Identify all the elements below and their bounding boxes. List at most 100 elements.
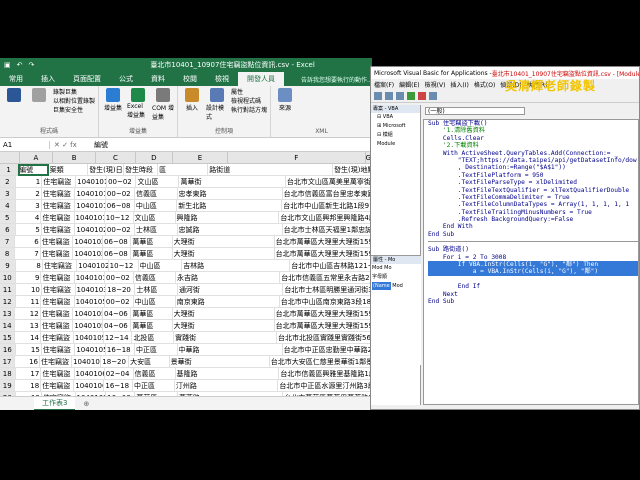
row-number[interactable]: 2	[0, 176, 16, 188]
cell[interactable]: 1040105	[72, 356, 102, 368]
cell[interactable]: 1040106	[74, 368, 105, 380]
column-header[interactable]: A	[19, 152, 54, 164]
redo-icon[interactable]: ↷	[29, 61, 35, 69]
cell[interactable]: 中山區	[133, 296, 176, 308]
cell[interactable]: 台北市文山區興邦里興隆路4段1~30號	[279, 212, 372, 224]
tell-me-search[interactable]: 告訴我您想要執行的動作...	[292, 73, 372, 86]
row-number[interactable]: 1	[0, 164, 19, 176]
row-number[interactable]: 18	[0, 368, 16, 380]
cell[interactable]: 台北市中正區水源里汀州路3段91~120	[278, 380, 372, 392]
cell[interactable]: 住宅竊盜	[41, 344, 76, 356]
cell[interactable]: 住宅竊盜	[41, 380, 75, 392]
cell[interactable]: 18	[15, 380, 42, 392]
ribbon-tab[interactable]: 開發人員	[238, 72, 284, 86]
cell[interactable]: 興隆路	[175, 212, 280, 224]
cell[interactable]: 區	[158, 164, 209, 176]
code-line[interactable]: .TextFileTrailingMinusNumbers = True	[428, 209, 638, 216]
row-number[interactable]: 10	[0, 272, 16, 284]
cell[interactable]: 16~18	[104, 380, 134, 392]
cell[interactable]: 00~02	[104, 296, 134, 308]
cell[interactable]: 台北市萬華區大理里大理街159巷1~30號	[274, 248, 372, 260]
ribbon-tab[interactable]: 公式	[110, 72, 142, 86]
cell[interactable]: 住宅竊盜	[41, 368, 75, 380]
cell[interactable]: 1040101	[74, 212, 105, 224]
sheet-tab[interactable]: 工作表3	[34, 396, 76, 410]
cell[interactable]: 中華路	[177, 344, 283, 356]
cell[interactable]: 景華街	[169, 356, 270, 368]
cell[interactable]: 文山區	[136, 176, 180, 188]
row-number[interactable]: 9	[0, 260, 17, 272]
code-line[interactable]: '1.清除舊資料	[428, 127, 638, 134]
cell[interactable]: 新生北路	[177, 200, 283, 212]
code-line[interactable]: Sub 路街道()	[428, 246, 638, 253]
cell[interactable]: 10	[15, 284, 42, 296]
code-item[interactable]: 錄製巨集	[53, 88, 95, 97]
cell[interactable]: 信義區	[133, 368, 176, 380]
cell[interactable]: 台北市信義區興雅里基隆路1段1~30號	[279, 368, 372, 380]
ribbon-tab[interactable]: 檢視	[206, 72, 238, 86]
ribbon-tab[interactable]: 常用	[0, 72, 32, 86]
cell[interactable]: 1040102	[75, 224, 106, 236]
column-header[interactable]: B	[53, 152, 97, 164]
cell[interactable]: 台北市士林區明勝里通河街31~60號	[283, 284, 372, 296]
code-line[interactable]: End Sub	[428, 298, 638, 305]
cell[interactable]: 06~08	[103, 248, 132, 260]
cell[interactable]: 台北市文山區萬美里萬寧街1~30號	[285, 176, 372, 188]
row-number[interactable]: 15	[0, 332, 16, 344]
code-line[interactable]: .TextFileTextQualifier = xlTextQualifier…	[428, 187, 638, 194]
project-tree-item[interactable]: ⊟ 模組	[371, 131, 420, 140]
code-line[interactable]: End With	[428, 223, 638, 230]
cell[interactable]: 3	[15, 200, 42, 212]
cell[interactable]: 台北市士林區天福里1鄰忠誠路2段53	[282, 224, 372, 236]
code-line[interactable]: .TextFileColumnDataTypes = Array(1, 1, 1…	[428, 201, 638, 208]
controls-item[interactable]: 檢視程式碼	[231, 97, 267, 106]
cell[interactable]: 1040105	[73, 320, 104, 332]
cell[interactable]: 14	[15, 332, 42, 344]
code-line[interactable]: End If	[428, 283, 638, 290]
cell[interactable]: 1040102	[77, 260, 109, 272]
cell[interactable]: 實踐街	[174, 332, 278, 344]
run-icon[interactable]	[407, 91, 415, 100]
cell[interactable]: 南京東路	[175, 296, 280, 308]
vba-menu-item[interactable]: 檢視(V)	[425, 80, 446, 89]
row-number[interactable]: 6	[0, 224, 16, 236]
cell[interactable]: 5	[15, 224, 42, 236]
code-line[interactable]: .TextFileParseType = xlDelimited	[428, 179, 638, 186]
cell[interactable]: 大理街	[172, 248, 275, 260]
cell[interactable]: 台北市北投區實踐里實踐街56巷1~30號	[277, 332, 372, 344]
project-tree-item[interactable]: ⊞ Microsoft	[371, 122, 420, 131]
formula-value[interactable]: 編號	[90, 140, 108, 150]
cell[interactable]: 15	[15, 344, 42, 356]
cell[interactable]: 永吉路	[176, 272, 281, 284]
cell[interactable]: 士林區	[135, 284, 178, 296]
view-excel-icon[interactable]	[374, 91, 382, 100]
ribbon-tab[interactable]: 資料	[142, 72, 174, 86]
cell[interactable]: 路街道	[208, 164, 334, 176]
cell[interactable]: 1040105	[75, 344, 106, 356]
row-number[interactable]: 17	[0, 356, 16, 368]
vba-menu-item[interactable]: 檔案(F)	[374, 80, 394, 89]
row-number[interactable]: 11	[0, 284, 16, 296]
cell[interactable]: 忠孝東路	[177, 188, 283, 200]
column-header[interactable]: D	[135, 152, 173, 164]
cell[interactable]: 吉林路	[182, 260, 291, 272]
cell[interactable]: 04~06	[103, 308, 132, 320]
controls-button[interactable]: 設計模式	[206, 88, 228, 121]
cell[interactable]: 住宅竊盜	[40, 236, 74, 248]
cell[interactable]: 住宅竊盜	[40, 248, 74, 260]
cell[interactable]: 發生時段	[124, 164, 159, 176]
cell[interactable]: 1040106	[74, 380, 105, 392]
cell[interactable]: 18~20	[106, 284, 136, 296]
properties-name[interactable]: Mod Mo	[371, 264, 421, 272]
cell[interactable]: 17	[15, 368, 42, 380]
insert-module-icon[interactable]	[385, 91, 393, 100]
cell[interactable]: 萬華街	[179, 176, 286, 188]
cell[interactable]: 04~06	[103, 320, 132, 332]
row-number[interactable]: 16	[0, 344, 16, 356]
cell[interactable]: 10~12	[104, 212, 134, 224]
cell[interactable]: 案類	[48, 164, 89, 176]
undo-icon[interactable]: ↶	[17, 61, 23, 69]
save-icon[interactable]: ▣	[4, 61, 11, 69]
row-number[interactable]: 13	[0, 308, 16, 320]
row-number[interactable]: 4	[0, 200, 16, 212]
